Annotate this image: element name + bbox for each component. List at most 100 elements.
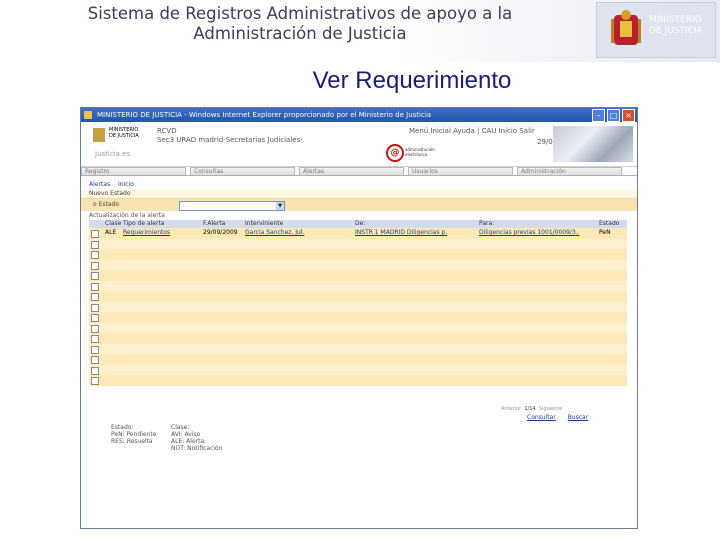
buscar-link[interactable]: Buscar: [568, 414, 589, 421]
breadcrumb-inicio[interactable]: Inicio: [118, 181, 134, 188]
maximize-button[interactable]: □: [607, 109, 620, 122]
table-row[interactable]: ALE Requerimientos 29/09/2009 Garcia San…: [89, 228, 627, 239]
justicia-link[interactable]: Justicia.es: [95, 150, 130, 158]
row-checkbox[interactable]: [91, 230, 99, 238]
row-checkbox[interactable]: [91, 272, 99, 280]
app-name: RCVD: [157, 127, 177, 135]
table-row[interactable]: [89, 333, 627, 344]
table-row[interactable]: [89, 312, 627, 323]
empty-cell: [477, 365, 597, 376]
row-checkbox[interactable]: [91, 377, 99, 385]
row-checkbox[interactable]: [91, 314, 99, 322]
empty-cell: [243, 260, 353, 271]
slide-title: Sistema de Registros Administrativos de …: [20, 4, 580, 44]
breadcrumb: Alertas Inicio: [81, 180, 637, 190]
cell-de-link[interactable]: INSTR 1 MADRID Diligencias p.: [353, 228, 477, 239]
row-checkbox[interactable]: [91, 282, 99, 291]
empty-cell: [353, 249, 477, 260]
consultar-link[interactable]: Consultar: [527, 414, 556, 421]
row-checkbox[interactable]: [91, 293, 99, 301]
empty-cell: [201, 365, 243, 376]
empty-cell: [103, 312, 121, 323]
estado-select[interactable]: ▼: [179, 201, 285, 211]
cell-fecha: 29/09/2009: [203, 229, 238, 236]
logo-line2: DE JUSTICIA: [649, 26, 703, 36]
empty-cell: [201, 344, 243, 355]
legend-clase-title: Clase:: [171, 424, 190, 431]
empty-cell: [103, 344, 121, 355]
empty-cell: [477, 323, 597, 334]
empty-cell: [201, 323, 243, 334]
empty-cell: [103, 365, 121, 376]
empty-cell: [243, 291, 353, 302]
top-menu[interactable]: Menú Inicial Ayuda | CAU Inicio Salir: [409, 127, 535, 135]
estado-filter-row: o Estado ▼: [81, 199, 637, 211]
row-checkbox[interactable]: [91, 366, 99, 375]
row-checkbox[interactable]: [91, 356, 99, 364]
table-row[interactable]: [89, 301, 627, 313]
close-button[interactable]: ×: [622, 109, 635, 122]
at-text-line2: electrónica: [405, 152, 428, 157]
pager-prev[interactable]: Anterior: [501, 406, 521, 412]
table-row[interactable]: [89, 354, 627, 365]
chevron-down-icon[interactable]: ▼: [276, 202, 284, 210]
empty-cell: [121, 312, 201, 323]
table-row[interactable]: [89, 270, 627, 281]
pager-next[interactable]: Siguiente: [539, 406, 563, 412]
table-row[interactable]: [89, 291, 627, 302]
tab-alertas[interactable]: Alertas: [299, 167, 404, 175]
row-checkbox-cell: [89, 302, 103, 313]
row-checkbox-cell: [89, 249, 103, 260]
empty-cell: [121, 365, 201, 376]
cell-tipo-link[interactable]: Requerimientos: [121, 228, 201, 239]
empty-cell: [477, 291, 597, 302]
empty-cell: [597, 375, 627, 386]
empty-cell: [121, 270, 201, 281]
app-subtitle: Sec3 URAD madrid-Secretarias Judiciales-: [157, 136, 303, 144]
row-checkbox[interactable]: [91, 345, 99, 354]
empty-cell: [103, 354, 121, 365]
row-checkbox[interactable]: [91, 240, 99, 249]
section-actualizacion: Actualización de la alerta: [89, 212, 165, 219]
tab-registro[interactable]: Registro: [81, 167, 186, 175]
tab-administracion[interactable]: Administración: [517, 167, 622, 175]
header-tipo: Tipo de alerta: [123, 220, 165, 227]
empty-cell: [353, 312, 477, 323]
empty-cell: [597, 365, 627, 376]
tab-usuarios[interactable]: Usuarios: [408, 167, 513, 175]
row-checkbox[interactable]: [91, 251, 99, 259]
empty-cell: [103, 270, 121, 281]
cell-para-link[interactable]: Diligencias previas 1001/0009/3..: [477, 228, 597, 239]
empty-cell: [121, 302, 201, 313]
breadcrumb-alertas[interactable]: Alertas: [89, 181, 110, 188]
empty-cell: [353, 333, 477, 344]
row-checkbox-cell: [89, 260, 103, 271]
table-row[interactable]: [89, 280, 627, 291]
row-checkbox[interactable]: [91, 335, 99, 343]
table-row[interactable]: [89, 343, 627, 355]
table-row[interactable]: [89, 364, 627, 376]
mj-name: MINISTERIO DE JUSTICIA: [109, 127, 139, 139]
table-row[interactable]: [89, 238, 627, 250]
pager: Anterior 1/14 Siguiente: [501, 406, 562, 412]
empty-cell: [201, 354, 243, 365]
empty-cell: [597, 239, 627, 250]
minimize-button[interactable]: –: [592, 109, 605, 122]
table-row[interactable]: [89, 259, 627, 271]
tab-consultas[interactable]: Consultas: [190, 167, 295, 175]
table-row[interactable]: [89, 375, 627, 386]
legend-estado-title: Estado:: [111, 424, 134, 431]
cell-interviniente-link[interactable]: Garcia Sanchez, Jul.: [243, 228, 353, 239]
row-checkbox-cell: [89, 239, 103, 250]
empty-cell: [597, 260, 627, 271]
page-heading: Ver Requerimiento: [312, 67, 512, 94]
empty-cell: [103, 375, 121, 386]
slide-header: Sistema de Registros Administrativos de …: [0, 0, 720, 62]
row-checkbox[interactable]: [91, 303, 99, 312]
empty-cell: [353, 260, 477, 271]
section-nuevo-estado: Nuevo Estado: [81, 190, 637, 199]
row-checkbox[interactable]: [91, 261, 99, 270]
row-checkbox[interactable]: [91, 324, 99, 333]
table-row[interactable]: [89, 322, 627, 334]
table-row[interactable]: [89, 249, 627, 260]
